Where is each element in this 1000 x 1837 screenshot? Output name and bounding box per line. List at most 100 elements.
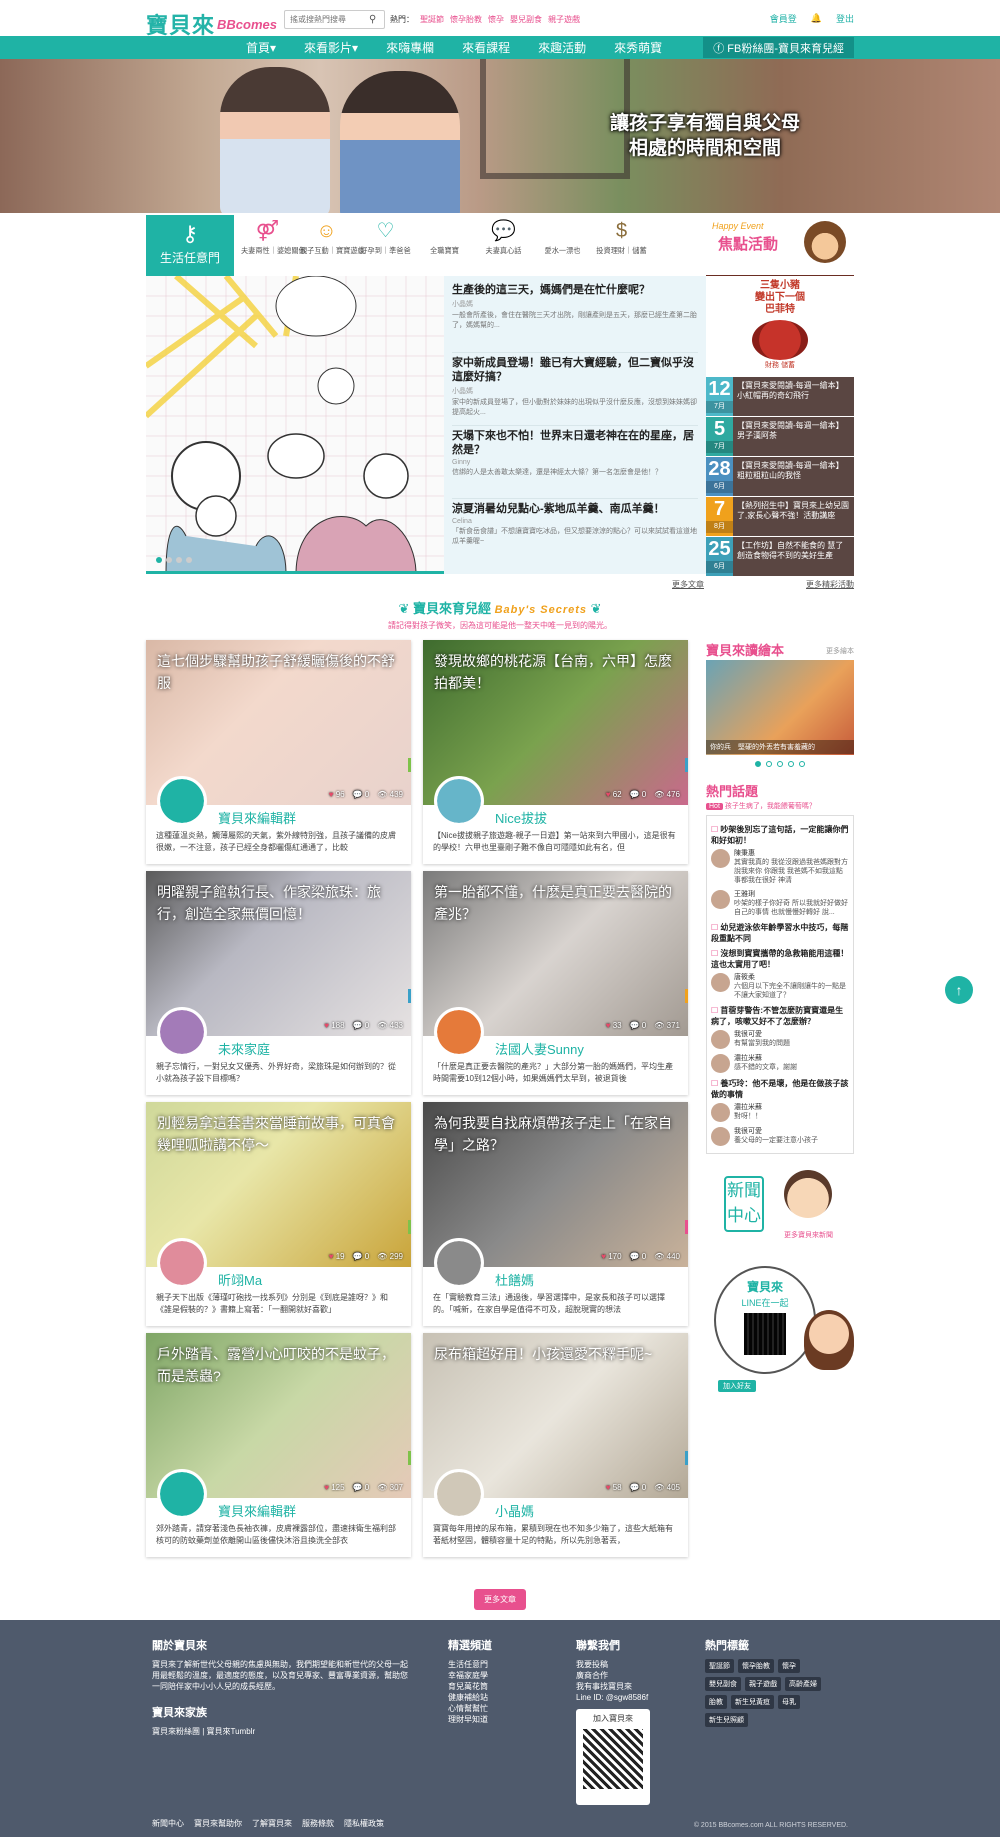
author-avatar[interactable] — [434, 1469, 484, 1519]
footer-channel-link[interactable]: 生活任意門 — [448, 1659, 492, 1670]
card-author[interactable]: 法國人妻Sunny — [495, 1039, 584, 1058]
footer-family-links[interactable]: 寶貝來粉絲團 | 寶貝來Tumblr — [152, 1726, 412, 1737]
topic-question[interactable]: 苜蓿芽警告:不管怎麼防寶寶還是生病了，咳嗽又好不了怎麼辦？ — [711, 1005, 849, 1027]
search-icon[interactable]: ⚲ — [369, 14, 376, 25]
book-dot[interactable] — [799, 761, 805, 767]
article-title[interactable]: 生產後的這三天，媽媽們是在忙什麼呢？ — [452, 283, 698, 297]
card-author[interactable]: Nice拔拔 — [495, 808, 547, 827]
footer-contact-link[interactable]: 我有事找寶貝來 — [576, 1681, 650, 1692]
card-title[interactable]: 別輕易拿這套書來當睡前故事，可真會幾哩呱啦講不停～ — [157, 1112, 401, 1156]
card-author[interactable]: 未來家庭 — [218, 1039, 270, 1058]
card-title[interactable]: 這七個步驟幫助孩子舒緩曬傷後的不舒服 — [157, 650, 401, 694]
card-title[interactable]: 明曜親子館執行長、作家梁旅珠：旅行，創造全家無價回憶！ — [157, 881, 401, 925]
article-item[interactable]: 生產後的這三天，媽媽們是在忙什麼呢？ 小晶媽 一般會所產後，會住在醫院三天才出院… — [452, 280, 698, 353]
footer-tag[interactable]: 母乳 — [778, 1695, 800, 1709]
hero-banner[interactable]: 讓孩子享有獨自與父母 相處的時間和空間 — [0, 59, 1000, 213]
footer-tag[interactable]: 新生兒黃疸 — [731, 1695, 774, 1709]
footer-contact-link[interactable]: 我要投稿 — [576, 1659, 650, 1670]
category-item[interactable]: $ 投資理財｜儲蓄 — [592, 215, 651, 256]
bell-icon[interactable]: 🔔 — [811, 13, 822, 24]
nav-columns[interactable]: 來嗨專欄 — [386, 39, 434, 56]
picture-book-slide[interactable]: 你的兵 堅硬的外丟若有害羞藏的 — [706, 660, 854, 755]
logout-link[interactable]: 登出 — [836, 12, 854, 25]
event-item[interactable]: 5 7月 【寶貝來愛閱讀-每週一繪本】男子漢阿茶 — [706, 417, 854, 456]
author-avatar[interactable] — [157, 776, 207, 826]
article-card[interactable]: 發現故鄉的桃花源【台南，六甲】怎麼拍都美！ ♥ 62 💬 0 👁 476 Nice拔拔【… — [423, 640, 688, 864]
footer-bottom-link[interactable]: 隱私權政策 — [344, 1818, 384, 1829]
footer-tag[interactable]: 聖誕節 — [705, 1659, 734, 1673]
event-item[interactable]: 25 6月 【工作坊】自然不能食的 慧了 創造食物得不到的美好生產 — [706, 537, 854, 576]
footer-tag[interactable]: 懷孕 — [778, 1659, 800, 1673]
back-to-top-icon[interactable]: ↑ — [945, 976, 973, 1004]
category-item[interactable]: ⚤ 夫妻兩性｜婆媳關係 — [238, 215, 306, 256]
card-title[interactable]: 為何我要自找麻煩帶孩子走上「在家自學」之路？ — [434, 1112, 678, 1156]
article-item[interactable]: 天塌下來也不怕！世界末日還老神在在的星座，居然是？ Ginny 信綁的人是太善敢… — [452, 426, 698, 499]
article-title[interactable]: 涼夏消暑幼兒點心-紫地瓜羊羹、南瓜羊羹！ — [452, 502, 698, 516]
card-title[interactable]: 第一胎都不懂，什麼是真正要去醫院的產兆？ — [434, 881, 678, 925]
footer-contact-link[interactable]: 廣商合作 — [576, 1670, 650, 1681]
hot-keyword[interactable]: 懷孕 — [488, 14, 504, 25]
topic-question[interactable]: 養巧玲：他不是壞，他是在做孩子該做的事情 — [711, 1078, 849, 1100]
book-dot[interactable] — [777, 761, 783, 767]
category-item[interactable]: 愛水一漂也 — [533, 215, 592, 256]
more-articles-link[interactable]: 更多文章 — [672, 579, 704, 590]
author-avatar[interactable] — [157, 1469, 207, 1519]
hot-keyword[interactable]: 聖誕節 — [420, 14, 444, 25]
article-title[interactable]: 天塌下來也不怕！世界末日還老神在在的星座，居然是？ — [452, 429, 698, 457]
card-author[interactable]: 寶貝來編輯群 — [218, 808, 296, 827]
card-title[interactable]: 發現故鄉的桃花源【台南，六甲】怎麼拍都美！ — [434, 650, 678, 694]
event-item[interactable]: 7 8月 【熱列招生中】寶貝來上幼兒園了,家長心聲不強！活動講座 — [706, 497, 854, 536]
article-title[interactable]: 家中新成員登場！雖已有大寶經驗，但二寶似乎沒這麼好搞？ — [452, 356, 698, 384]
author-avatar[interactable] — [434, 1238, 484, 1288]
footer-tag[interactable]: 高齡產婦 — [785, 1677, 821, 1691]
slide-dot[interactable] — [186, 557, 192, 563]
news-more-link[interactable]: 更多寶貝來新聞 — [784, 1230, 833, 1240]
event-item[interactable]: 28 6月 【寶貝來愛閱讀-每週一繪本】粗粒粗粒山的我怪 — [706, 457, 854, 496]
article-card[interactable]: 這七個步驟幫助孩子舒緩曬傷後的不舒服 ♥ 96 💬 0 👁 439 寶貝來編輯群 這種蓮温… — [146, 640, 411, 864]
footer-tag[interactable]: 新生兒照顧 — [705, 1713, 748, 1727]
login-link[interactable]: 會員登 — [770, 12, 797, 25]
article-card[interactable]: 戶外踏青、露營小心叮咬的不是蚊子，而是恙蟲? ♥ 125 💬 0 👁 307 寶貝來編輯… — [146, 1333, 411, 1557]
footer-tag[interactable]: 懷孕胎教 — [738, 1659, 774, 1673]
hot-question[interactable]: Hot 孩子生病了，我能餵葡萄嗎？ — [706, 801, 854, 811]
footer-channel-link[interactable]: 心情幫幫忙 — [448, 1703, 492, 1714]
line-add-friend-button[interactable]: 加入好友 — [718, 1380, 756, 1392]
footer-channel-link[interactable]: 健康補給站 — [448, 1692, 492, 1703]
card-author[interactable]: 昕翊Ma — [218, 1270, 262, 1289]
line-box[interactable]: 寶貝來 LINE在一起 加入好友 — [706, 1258, 854, 1398]
book-dot[interactable] — [788, 761, 794, 767]
article-card[interactable]: 尿布箱超好用！小孩還愛不釋手呢~ ♥ 58 💬 0 👁 405 小晶媽 寶寶每年用掉的尿布… — [423, 1333, 688, 1557]
featured-slide[interactable] — [146, 276, 444, 574]
more-books-link[interactable]: 更多繪本 — [826, 646, 854, 656]
book-dot[interactable] — [766, 761, 772, 767]
event-poster[interactable]: 三隻小豬 變出下一個 巴菲特 財務 儲蓄 — [706, 276, 854, 376]
news-center[interactable]: 新聞中心 更多寶貝來新聞 — [706, 1166, 854, 1248]
slide-dot[interactable] — [176, 557, 182, 563]
category-item[interactable]: 💬 夫妻真心話 — [474, 215, 533, 256]
article-card[interactable]: 明曜親子館執行長、作家梁旅珠：旅行，創造全家無價回憶！ ♥ 188 💬 0 👁 433… — [146, 871, 411, 1095]
article-card[interactable]: 別輕易拿這套書來當睡前故事，可真會幾哩呱啦講不停～ ♥ 19 💬 0 👁 299 昕翊M… — [146, 1102, 411, 1326]
book-dot[interactable] — [755, 761, 761, 767]
category-item[interactable]: ♡ 好孕到｜準爸爸 — [356, 215, 415, 256]
footer-bottom-link[interactable]: 服務條款 — [302, 1818, 334, 1829]
card-author[interactable]: 寶貝來編輯群 — [218, 1501, 296, 1520]
slide-dot[interactable] — [166, 557, 172, 563]
topic-question[interactable]: 幼兒遊泳依年齡學習水中技巧，每階段重點不同 — [711, 922, 849, 944]
author-avatar[interactable] — [157, 1238, 207, 1288]
hot-keyword[interactable]: 親子遊戲 — [548, 14, 580, 25]
footer-bottom-link[interactable]: 新聞中心 — [152, 1818, 184, 1829]
more-articles-button[interactable]: 更多文章 — [474, 1589, 526, 1610]
nav-babies[interactable]: 來秀萌寶 — [614, 39, 662, 56]
author-avatar[interactable] — [434, 1007, 484, 1057]
topic-question[interactable]: 沒想到寶寶攜帶的急救箱能用這種！這也太實用了吧！ — [711, 948, 849, 970]
footer-channel-link[interactable]: 幸福家庭學 — [448, 1670, 492, 1681]
footer-tag[interactable]: 親子遊戲 — [745, 1677, 781, 1691]
search-input[interactable] — [285, 15, 369, 24]
footer-channel-link[interactable]: 育兒萬花筒 — [448, 1681, 492, 1692]
card-title[interactable]: 戶外踏青、露營小心叮咬的不是蚊子，而是恙蟲? — [157, 1343, 401, 1387]
card-author[interactable]: 杜饍媽 — [495, 1270, 534, 1289]
focus-event-header[interactable]: Happy Event 焦點活動 — [706, 215, 854, 278]
article-card[interactable]: 第一胎都不懂，什麼是真正要去醫院的產兆？ ♥ 33 💬 0 👁 371 法國人妻Sunn… — [423, 871, 688, 1095]
article-item[interactable]: 家中新成員登場！雖已有大寶經驗，但二寶似乎沒這麼好搞？ 小晶媽 家中的新成員登場… — [452, 353, 698, 426]
fb-fanpage-button[interactable]: ⓕ FB粉絲團-寶貝來育兒經 — [703, 37, 854, 58]
